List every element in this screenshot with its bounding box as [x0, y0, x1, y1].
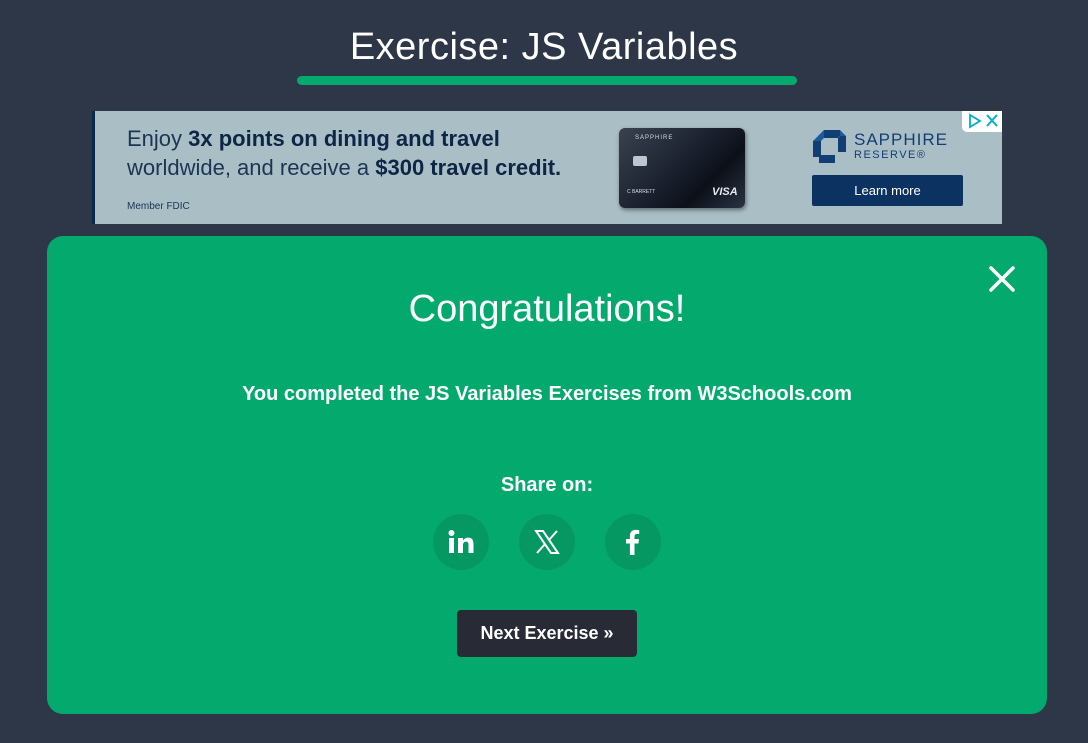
- next-exercise-button[interactable]: Next Exercise »: [457, 610, 637, 657]
- ad-logo-subtitle: RESERVE®: [854, 149, 927, 161]
- ad-choices[interactable]: [962, 111, 1002, 132]
- ad-headline-line2: worldwide, and receive a $300 travel cre…: [127, 155, 561, 181]
- modal-heading: Congratulations!: [408, 288, 686, 330]
- ad-headline-prefix: Enjoy: [127, 126, 189, 151]
- title-underline: [297, 76, 797, 85]
- ad-logo-title: SAPPHIRE: [854, 130, 948, 149]
- page-title: Exercise: JS Variables: [349, 26, 739, 68]
- linkedin-icon: [448, 530, 474, 553]
- ad-choices-icon: [969, 113, 998, 129]
- x-icon: [534, 530, 560, 554]
- share-linkedin-button[interactable]: [433, 514, 489, 570]
- ad-learn-more-button[interactable]: Learn more: [812, 175, 963, 206]
- ad-disclaimer: Member FDIC: [127, 201, 190, 212]
- ad-headline2-bold: $300 travel credit.: [375, 155, 562, 180]
- share-label: Share on:: [500, 474, 594, 496]
- congratulations-modal: Congratulations! You completed the JS Va…: [47, 236, 1047, 714]
- ad-card-network: VISA: [712, 186, 738, 198]
- ad-headline-bold: 3x points on dining and travel: [188, 126, 500, 151]
- share-buttons: [433, 514, 661, 570]
- card-chip-icon: [633, 156, 647, 166]
- chase-logo-icon: [813, 130, 846, 163]
- ad-banner[interactable]: Enjoy 3x points on dining and travel wor…: [92, 111, 1002, 224]
- ad-headline2-prefix: worldwide, and receive a: [127, 155, 376, 180]
- ad-card-brand: SAPPHIRE: [635, 135, 674, 141]
- ad-credit-card-image: SAPPHIRE C BARRETT VISA: [619, 128, 745, 208]
- facebook-icon: [626, 529, 640, 555]
- share-x-button[interactable]: [519, 514, 575, 570]
- share-facebook-button[interactable]: [605, 514, 661, 570]
- ad-card-name: C BARRETT: [627, 189, 656, 195]
- ad-headline-line1: Enjoy 3x points on dining and travel: [127, 126, 500, 152]
- completion-message: You completed the JS Variables Exercises…: [242, 383, 852, 405]
